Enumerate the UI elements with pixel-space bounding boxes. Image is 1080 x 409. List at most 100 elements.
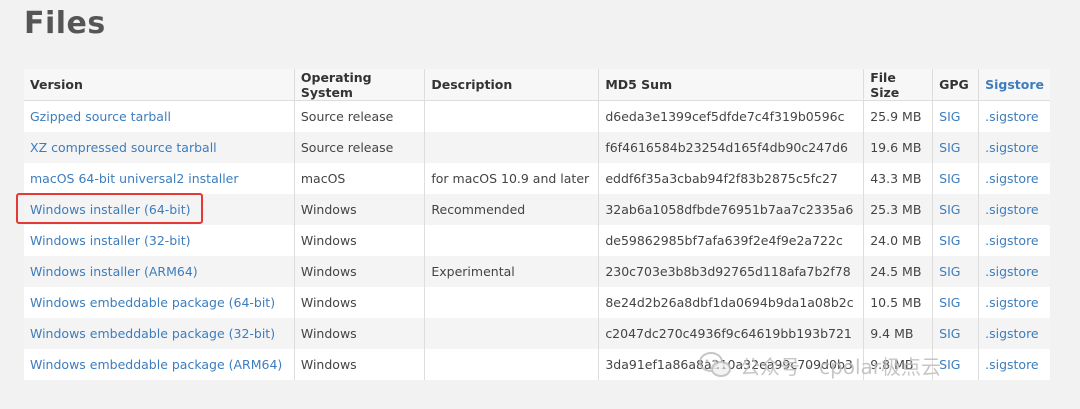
sigstore-link[interactable]: .sigstore xyxy=(985,109,1039,124)
description-cell xyxy=(424,100,600,132)
gpg-sig-link[interactable]: SIG xyxy=(939,264,960,279)
md5-cell: 32ab6a1058dfbde76951b7aa7c2335a6 xyxy=(598,194,865,225)
version-cell: Gzipped source tarball xyxy=(24,100,295,132)
size-cell: 43.3 MB xyxy=(863,163,934,194)
size-cell: 25.3 MB xyxy=(863,194,934,225)
header-version: Version xyxy=(24,69,295,101)
sigstore-link[interactable]: .sigstore xyxy=(985,171,1039,186)
sigstore-cell: .sigstore xyxy=(978,194,1050,225)
version-link[interactable]: Windows installer (ARM64) xyxy=(30,264,198,279)
gpg-sig-link[interactable]: SIG xyxy=(939,357,960,372)
gpg-cell: SIG xyxy=(932,163,980,194)
table-row: Windows embeddable package (ARM64) Window… xyxy=(24,349,1050,380)
size-cell: 9.8 MB xyxy=(863,349,934,380)
sigstore-cell: .sigstore xyxy=(978,287,1050,318)
description-cell xyxy=(424,225,600,256)
gpg-sig-link[interactable]: SIG xyxy=(939,171,960,186)
version-link[interactable]: Windows installer (64-bit) xyxy=(30,202,190,217)
md5-cell: 3da91ef1a86a8a210a32ea99c709d0b3 xyxy=(598,349,865,380)
sigstore-link[interactable]: .sigstore xyxy=(985,326,1039,341)
os-cell: Source release xyxy=(294,100,426,132)
size-cell: 24.5 MB xyxy=(863,256,934,287)
size-cell: 9.4 MB xyxy=(863,318,934,349)
gpg-sig-link[interactable]: SIG xyxy=(939,233,960,248)
version-cell: Windows embeddable package (64-bit) xyxy=(24,287,295,318)
sigstore-cell: .sigstore xyxy=(978,132,1050,163)
gpg-sig-link[interactable]: SIG xyxy=(939,295,960,310)
table-header-row: Version Operating System Description MD5… xyxy=(24,69,1050,101)
gpg-cell: SIG xyxy=(932,349,980,380)
md5-cell: c2047dc270c4936f9c64619bb193b721 xyxy=(598,318,865,349)
gpg-sig-link[interactable]: SIG xyxy=(939,109,960,124)
table-row: Windows installer (64-bit) Windows Recomme… xyxy=(24,194,1050,225)
version-link[interactable]: macOS 64-bit universal2 installer xyxy=(30,171,239,186)
size-cell: 24.0 MB xyxy=(863,225,934,256)
os-cell: Windows xyxy=(294,194,426,225)
sigstore-link[interactable]: .sigstore xyxy=(985,295,1039,310)
version-cell: XZ compressed source tarball xyxy=(24,132,295,163)
table-row: XZ compressed source tarball Source relea… xyxy=(24,132,1050,163)
md5-cell: d6eda3e1399cef5dfde7c4f319b0596c xyxy=(598,100,865,132)
table-row: macOS 64-bit universal2 installer macOS fo… xyxy=(24,163,1050,194)
os-cell: macOS xyxy=(294,163,426,194)
version-cell: Windows installer (32-bit) xyxy=(24,225,295,256)
gpg-cell: SIG xyxy=(932,287,980,318)
sigstore-link[interactable]: .sigstore xyxy=(985,233,1039,248)
description-cell: for macOS 10.9 and later xyxy=(424,163,600,194)
sigstore-cell: .sigstore xyxy=(978,256,1050,287)
version-cell: macOS 64-bit universal2 installer xyxy=(24,163,295,194)
gpg-cell: SIG xyxy=(932,100,980,132)
sigstore-header-link[interactable]: Sigstore xyxy=(985,77,1044,92)
version-link[interactable]: Windows embeddable package (ARM64) xyxy=(30,357,282,372)
md5-cell: de59862985bf7afa639f2e4f9e2a722c xyxy=(598,225,865,256)
md5-cell: f6f4616584b23254d165f4db90c247d6 xyxy=(598,132,865,163)
header-size: File Size xyxy=(863,69,934,101)
sigstore-cell: .sigstore xyxy=(978,318,1050,349)
description-cell: Experimental xyxy=(424,256,600,287)
gpg-sig-link[interactable]: SIG xyxy=(939,202,960,217)
version-link[interactable]: Gzipped source tarball xyxy=(30,109,171,124)
table-row: Windows installer (32-bit) Windows de59862… xyxy=(24,225,1050,256)
sigstore-cell: .sigstore xyxy=(978,163,1050,194)
description-cell xyxy=(424,287,600,318)
sigstore-link[interactable]: .sigstore xyxy=(985,202,1039,217)
description-cell xyxy=(424,349,600,380)
os-cell: Windows xyxy=(294,349,426,380)
header-md5: MD5 Sum xyxy=(598,69,865,101)
version-link[interactable]: Windows installer (32-bit) xyxy=(30,233,190,248)
files-table: Version Operating System Description MD5… xyxy=(24,69,1050,380)
size-cell: 19.6 MB xyxy=(863,132,934,163)
sigstore-link[interactable]: .sigstore xyxy=(985,264,1039,279)
size-cell: 10.5 MB xyxy=(863,287,934,318)
header-gpg: GPG xyxy=(932,69,980,101)
gpg-sig-link[interactable]: SIG xyxy=(939,140,960,155)
os-cell: Windows xyxy=(294,287,426,318)
version-link[interactable]: XZ compressed source tarball xyxy=(30,140,217,155)
sigstore-link[interactable]: .sigstore xyxy=(985,140,1039,155)
gpg-sig-link[interactable]: SIG xyxy=(939,326,960,341)
header-os: Operating System xyxy=(294,69,426,101)
sigstore-cell: .sigstore xyxy=(978,349,1050,380)
gpg-cell: SIG xyxy=(932,194,980,225)
gpg-cell: SIG xyxy=(932,256,980,287)
page: Files Version Operating System Descripti… xyxy=(0,0,1080,409)
description-cell: Recommended xyxy=(424,194,600,225)
size-cell: 25.9 MB xyxy=(863,100,934,132)
version-cell: Windows installer (64-bit) xyxy=(24,194,295,225)
os-cell: Windows xyxy=(294,256,426,287)
md5-cell: 8e24d2b26a8dbf1da0694b9da1a08b2c xyxy=(598,287,865,318)
version-link[interactable]: Windows embeddable package (64-bit) xyxy=(30,295,275,310)
version-cell: Windows installer (ARM64) xyxy=(24,256,295,287)
sigstore-link[interactable]: .sigstore xyxy=(985,357,1039,372)
version-cell: Windows embeddable package (ARM64) xyxy=(24,349,295,380)
sigstore-cell: .sigstore xyxy=(978,100,1050,132)
sigstore-cell: .sigstore xyxy=(978,225,1050,256)
version-link[interactable]: Windows embeddable package (32-bit) xyxy=(30,326,275,341)
md5-cell: eddf6f35a3cbab94f2f83b2875c5fc27 xyxy=(598,163,865,194)
table-row: Windows installer (ARM64) Windows Experime… xyxy=(24,256,1050,287)
header-sigstore: Sigstore xyxy=(978,69,1050,101)
gpg-cell: SIG xyxy=(932,132,980,163)
os-cell: Windows xyxy=(294,318,426,349)
version-cell: Windows embeddable package (32-bit) xyxy=(24,318,295,349)
gpg-cell: SIG xyxy=(932,225,980,256)
